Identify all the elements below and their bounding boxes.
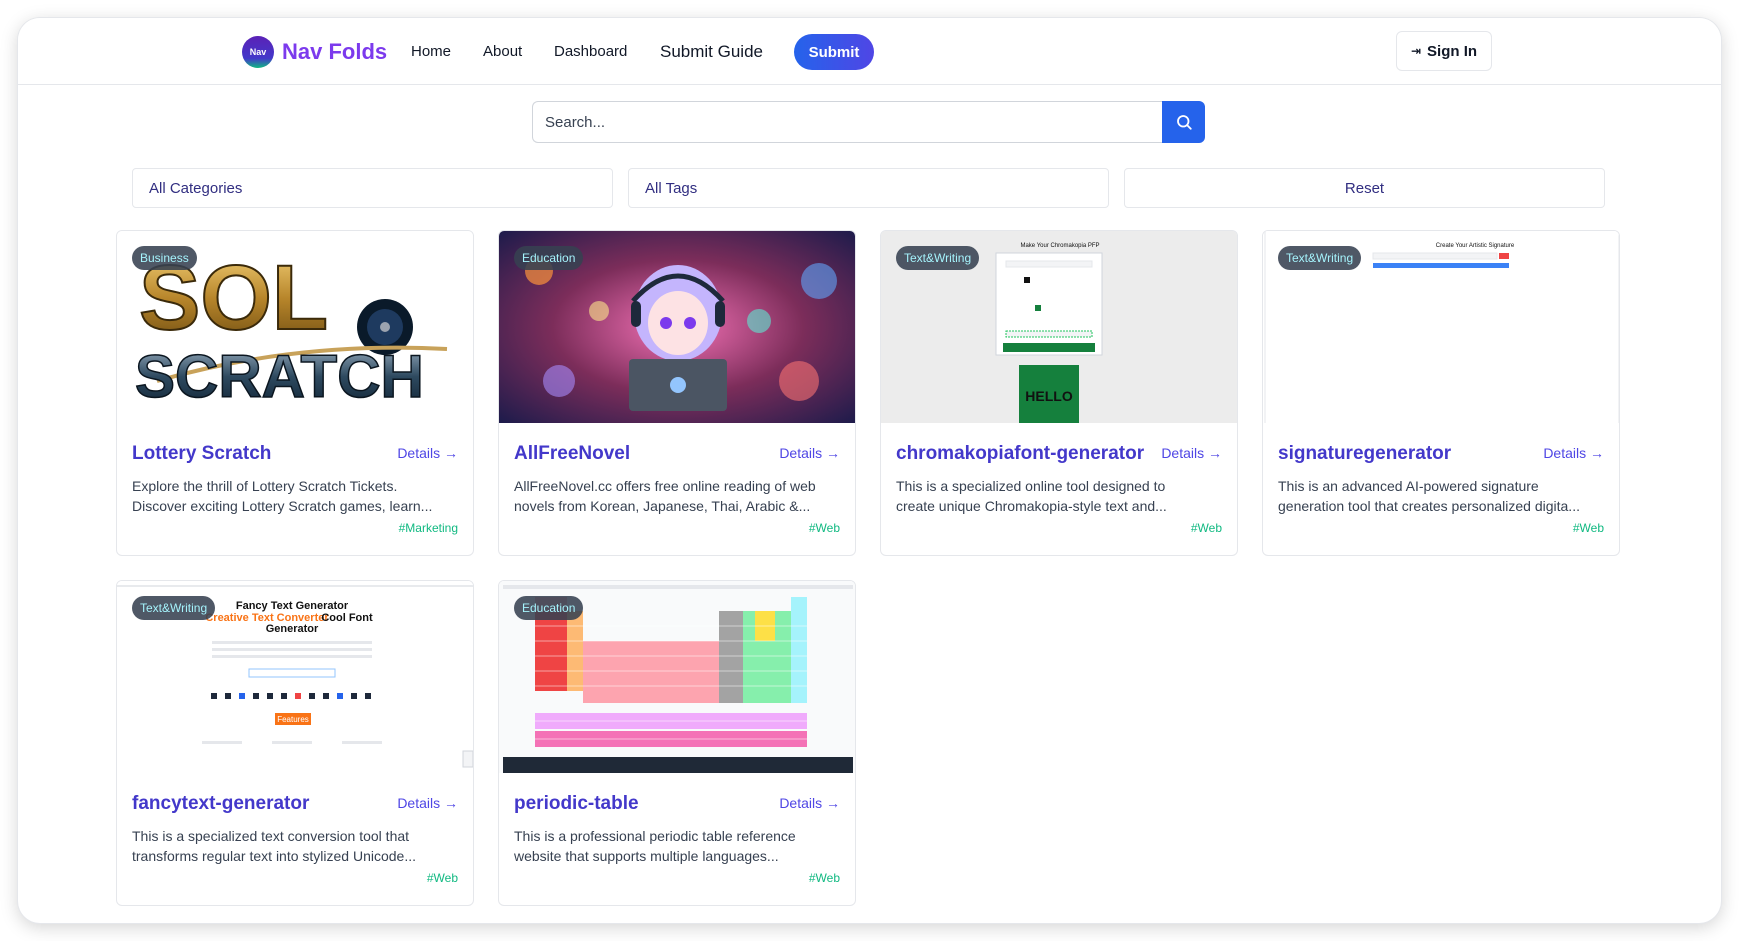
category-badge: Text&Writing [896,246,980,270]
details-link[interactable]: Details → [1543,445,1604,461]
browser-window: Nav Nav Folds Home About Dashboard Submi… [18,18,1721,923]
search-icon [1176,115,1192,130]
card-description: AllFreeNovel.cc offers free online readi… [514,478,816,514]
card-title[interactable]: periodic-table [514,793,639,815]
category-badge: Education [514,596,584,620]
card-thumbnail[interactable]: Fancy Text Generator Creative Text Conve… [117,581,473,773]
nav-about[interactable]: About [483,18,522,85]
card-allfreenovel[interactable]: Education AllFreeNovel Details → AllFree… [498,230,856,556]
site-header: Nav Nav Folds Home About Dashboard Submi… [18,18,1721,85]
category-badge: Education [514,246,584,270]
search-input[interactable]: Search... [532,101,1162,143]
card-tag[interactable]: #Web [1191,521,1222,535]
category-badge: Business [132,246,197,270]
details-link[interactable]: Details → [779,795,840,811]
card-chromakopiafont-generator[interactable]: Make Your Chromakopia PFP HELLO Text&Wri… [880,230,1238,556]
card-tag[interactable]: #Web [427,871,458,885]
card-tag[interactable]: #Web [809,871,840,885]
sign-in-button[interactable]: ⇥ Sign In [1396,31,1492,71]
svg-text:Create Your Artistic Signature: Create Your Artistic Signature [1436,243,1515,249]
card-title[interactable]: Lottery Scratch [132,443,271,465]
sign-in-icon: ⇥ [1410,44,1422,58]
svg-text:Make Your Chromakopia PFP: Make Your Chromakopia PFP [1020,243,1099,249]
brand-logo-icon: Nav [242,36,274,68]
card-description: This is an advanced AI-powered signature… [1278,478,1580,514]
card-tag[interactable]: #Marketing [399,521,458,535]
card-periodic-table[interactable]: Education periodic-table Details → This … [498,580,856,906]
card-thumbnail[interactable]: SOL SCRATCH Business [117,231,473,423]
details-link[interactable]: Details → [397,795,458,811]
card-title[interactable]: signaturegenerator [1278,443,1451,465]
card-thumbnail[interactable]: Education [499,231,855,423]
category-badge: Text&Writing [1278,246,1362,270]
card-thumbnail[interactable]: Create Your Artistic Signature Text&Writ… [1263,231,1619,423]
svg-text:HELLO: HELLO [1025,388,1073,404]
category-badge: Text&Writing [132,596,216,620]
brand[interactable]: Nav Nav Folds [242,35,387,69]
submit-button[interactable]: Submit [794,34,874,70]
nav-home[interactable]: Home [411,18,451,85]
search-bar: Search... [532,101,1205,143]
card-tag[interactable]: #Web [809,521,840,535]
card-tag[interactable]: #Web [1573,521,1604,535]
card-thumbnail[interactable]: Make Your Chromakopia PFP HELLO Text&Wri… [881,231,1237,423]
card-fancytext-generator[interactable]: Fancy Text Generator Creative Text Conve… [116,580,474,906]
search-button[interactable] [1162,101,1205,143]
card-title[interactable]: chromakopiafont-generator [896,443,1144,465]
svg-text:SCRATCH: SCRATCH [135,343,424,410]
tag-filter-select[interactable]: All Tags [628,168,1109,208]
card-description: This is a specialized text conversion to… [132,828,417,864]
card-description: This is a specialized online tool design… [896,478,1167,514]
brand-name: Nav Folds [282,39,388,64]
svg-text:Fancy Text Generator: Fancy Text Generator [236,600,349,612]
details-link[interactable]: Details → [1161,445,1222,461]
svg-text:Generator: Generator [266,623,319,635]
card-description: Explore the thrill of Lottery Scratch Ti… [132,478,433,514]
nav-dashboard[interactable]: Dashboard [554,18,627,85]
svg-text:Cool Font: Cool Font [321,612,373,624]
card-signaturegenerator[interactable]: Create Your Artistic Signature Text&Writ… [1262,230,1620,556]
card-description: This is a professional periodic table re… [514,828,796,864]
card-title[interactable]: fancytext-generator [132,793,309,815]
card-title[interactable]: AllFreeNovel [514,443,630,465]
category-filter-select[interactable]: All Categories [132,168,613,208]
sign-in-label: Sign In [1427,42,1478,60]
details-link[interactable]: Details → [397,445,458,461]
reset-button[interactable]: Reset [1124,168,1605,208]
card-thumbnail[interactable]: Education [499,581,855,773]
nav-submit-guide[interactable]: Submit Guide [660,18,763,85]
card-lottery-scratch[interactable]: SOL SCRATCH Business Lottery Scratch Det… [116,230,474,556]
svg-text:Features: Features [277,715,309,724]
details-link[interactable]: Details → [779,445,840,461]
